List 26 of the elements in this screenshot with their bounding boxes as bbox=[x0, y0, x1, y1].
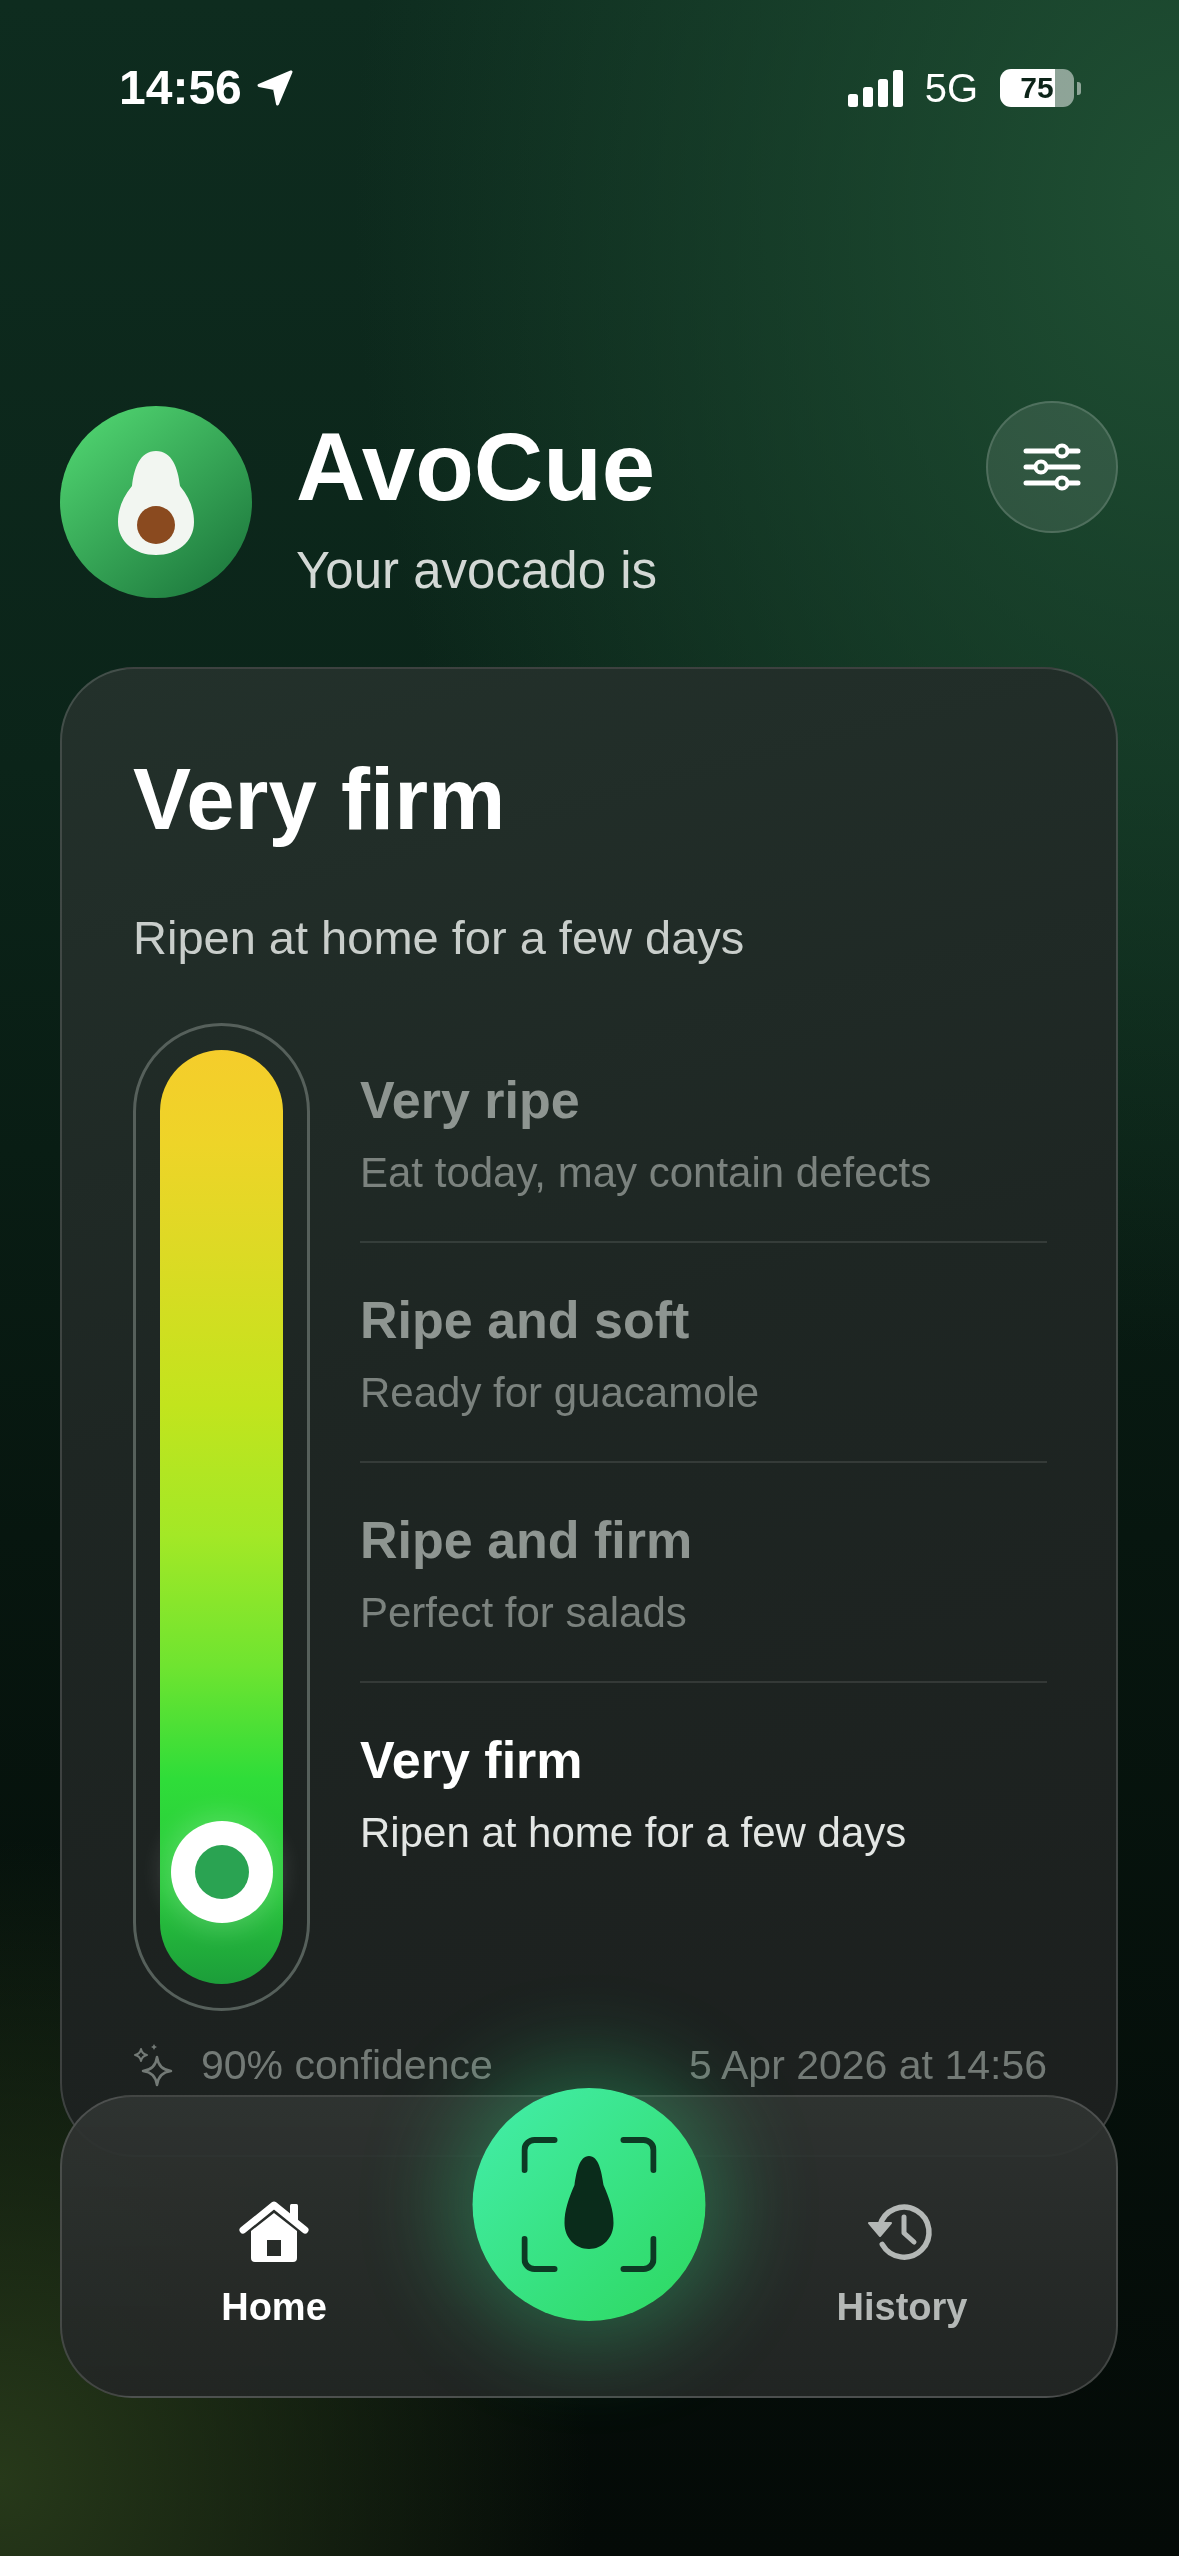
avocado-scan-icon bbox=[521, 2137, 657, 2272]
home-icon bbox=[238, 2199, 310, 2263]
app-title: AvoCue bbox=[296, 419, 657, 515]
stage-description: Eat today, may contain defects bbox=[360, 1149, 933, 1197]
signal-icon bbox=[847, 69, 903, 107]
stage-title: Ripe and soft bbox=[360, 1290, 691, 1350]
stage-description: Ready for guacamole bbox=[360, 1369, 761, 1417]
sparkle-icon bbox=[133, 2043, 173, 2087]
stage-description: Perfect for salads bbox=[360, 1589, 688, 1637]
settings-icon bbox=[1023, 443, 1081, 491]
result-title: Very firm bbox=[133, 749, 507, 849]
stage-title: Ripe and firm bbox=[360, 1510, 694, 1570]
nav-tab[interactable]: History bbox=[817, 2193, 987, 2336]
result-description: Ripen at home for a few days bbox=[133, 910, 746, 966]
nav-tab[interactable]: Home bbox=[189, 2193, 359, 2336]
stage-title: Very ripe bbox=[360, 1070, 581, 1130]
app-subtitle: Your avocado is bbox=[296, 545, 658, 596]
network-label: 5G bbox=[924, 68, 978, 108]
stage-description: Ripen at home for a few days bbox=[360, 1809, 908, 1857]
status-time: 14:56 bbox=[119, 64, 242, 112]
location-arrow-icon bbox=[255, 69, 294, 107]
battery-indicator: 75 bbox=[1000, 69, 1081, 107]
confidence-label: 90% confidence bbox=[201, 2041, 493, 2089]
stage-title: Very firm bbox=[360, 1730, 584, 1790]
avocado-logo-icon bbox=[60, 406, 252, 598]
timestamp-label: 5 Apr 2026 at 14:56 bbox=[689, 2041, 1047, 2089]
